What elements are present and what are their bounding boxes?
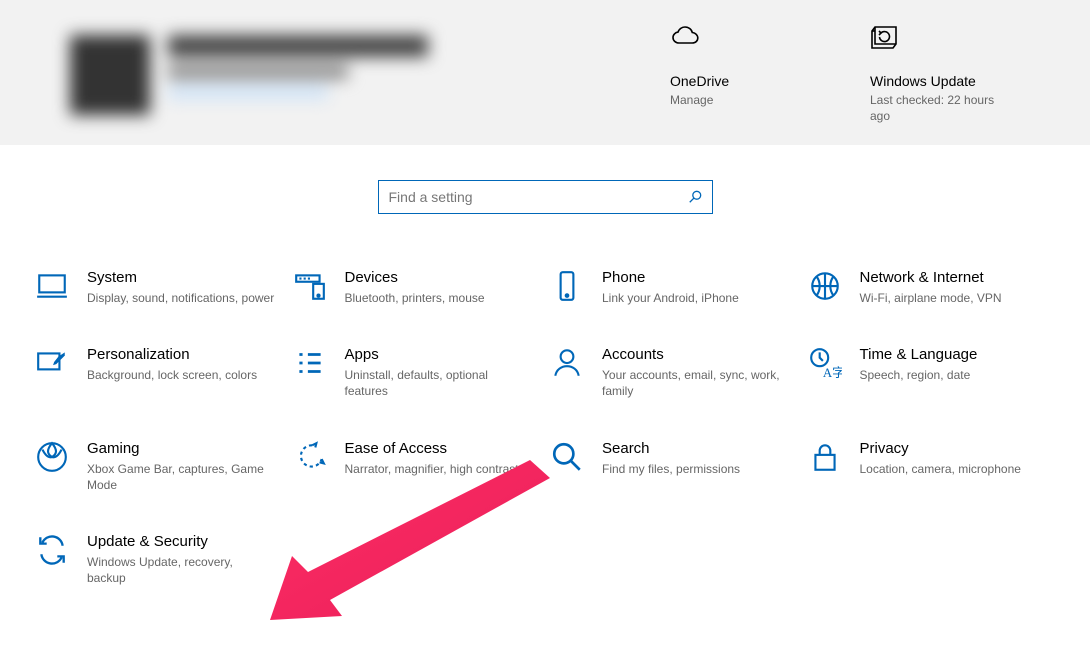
category-accounts[interactable]: Accounts Your accounts, email, sync, wor… <box>550 346 798 399</box>
category-devices[interactable]: Devices Bluetooth, printers, mouse <box>293 269 541 306</box>
category-title: Gaming <box>87 440 275 457</box>
category-update-security[interactable]: Update & Security Windows Update, recove… <box>35 533 283 586</box>
update-status-icon <box>870 25 1010 55</box>
category-title: Privacy <box>860 440 1021 457</box>
category-gaming[interactable]: Gaming Xbox Game Bar, captures, Game Mod… <box>35 440 283 493</box>
category-desc: Wi-Fi, airplane mode, VPN <box>860 290 1002 306</box>
search-category-icon <box>550 440 584 474</box>
header-banner: OneDrive Manage Windows Update Last chec… <box>0 0 1090 145</box>
category-privacy[interactable]: Privacy Location, camera, microphone <box>808 440 1056 493</box>
category-title: Apps <box>345 346 533 363</box>
svg-text:A字: A字 <box>822 366 841 380</box>
update-security-icon <box>35 533 69 567</box>
windows-update-tile[interactable]: Windows Update Last checked: 22 hours ag… <box>870 25 1010 145</box>
category-desc: Speech, region, date <box>860 367 978 383</box>
category-desc: Link your Android, iPhone <box>602 290 739 306</box>
category-title: Phone <box>602 269 739 286</box>
onedrive-sub: Manage <box>670 93 810 109</box>
category-title: System <box>87 269 274 286</box>
winupdate-sub: Last checked: 22 hours ago <box>870 93 1010 124</box>
category-desc: Uninstall, defaults, optional features <box>345 367 533 399</box>
category-apps[interactable]: Apps Uninstall, defaults, optional featu… <box>293 346 541 399</box>
category-ease-of-access[interactable]: Ease of Access Narrator, magnifier, high… <box>293 440 541 493</box>
profile-text <box>168 35 428 99</box>
globe-icon <box>808 269 842 303</box>
avatar <box>70 35 150 115</box>
category-system[interactable]: System Display, sound, notifications, po… <box>35 269 283 306</box>
category-search[interactable]: Search Find my files, permissions <box>550 440 798 493</box>
devices-icon <box>293 269 327 303</box>
settings-grid: System Display, sound, notifications, po… <box>0 214 1090 586</box>
category-title: Devices <box>345 269 485 286</box>
category-title: Search <box>602 440 740 457</box>
lock-icon <box>808 440 842 474</box>
phone-icon <box>550 269 584 303</box>
category-desc: Display, sound, notifications, power <box>87 290 274 306</box>
category-desc: Your accounts, email, sync, work, family <box>602 367 790 399</box>
category-title: Update & Security <box>87 533 275 550</box>
category-desc: Background, lock screen, colors <box>87 367 257 383</box>
personalization-icon <box>35 346 69 380</box>
cloud-icon <box>670 25 810 55</box>
category-desc: Xbox Game Bar, captures, Game Mode <box>87 461 275 493</box>
user-profile-area <box>70 25 670 145</box>
category-desc: Windows Update, recovery, backup <box>87 554 275 586</box>
search-input[interactable] <box>389 189 688 205</box>
category-title: Network & Internet <box>860 269 1002 286</box>
ease-of-access-icon <box>293 440 327 474</box>
winupdate-title: Windows Update <box>870 73 1010 89</box>
search-box[interactable] <box>378 180 713 214</box>
time-language-icon: A字 <box>808 346 842 380</box>
gaming-icon <box>35 440 69 474</box>
apps-icon <box>293 346 327 380</box>
category-network[interactable]: Network & Internet Wi-Fi, airplane mode,… <box>808 269 1056 306</box>
category-personalization[interactable]: Personalization Background, lock screen,… <box>35 346 283 399</box>
accounts-icon <box>550 346 584 380</box>
category-title: Ease of Access <box>345 440 519 457</box>
category-title: Accounts <box>602 346 790 363</box>
category-phone[interactable]: Phone Link your Android, iPhone <box>550 269 798 306</box>
system-icon <box>35 269 69 303</box>
category-time-language[interactable]: A字 Time & Language Speech, region, date <box>808 346 1056 399</box>
search-container <box>0 180 1090 214</box>
search-icon <box>688 190 702 204</box>
category-desc: Bluetooth, printers, mouse <box>345 290 485 306</box>
onedrive-tile[interactable]: OneDrive Manage <box>670 25 810 145</box>
category-desc: Narrator, magnifier, high contrast <box>345 461 519 477</box>
category-desc: Location, camera, microphone <box>860 461 1021 477</box>
category-title: Time & Language <box>860 346 978 363</box>
onedrive-title: OneDrive <box>670 73 810 89</box>
category-desc: Find my files, permissions <box>602 461 740 477</box>
category-title: Personalization <box>87 346 257 363</box>
